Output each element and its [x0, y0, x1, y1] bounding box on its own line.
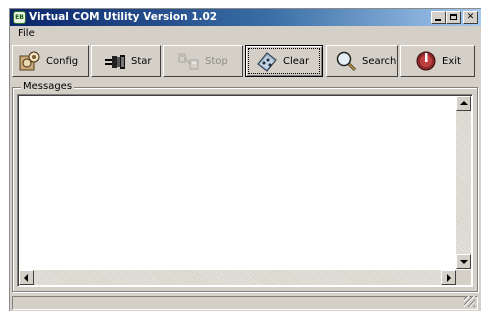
start-label: Star [131, 55, 152, 67]
clear-icon [257, 52, 277, 72]
clear-label: Clear [283, 55, 310, 67]
config-label: Config [46, 55, 79, 67]
scroll-up-button[interactable] [456, 96, 471, 111]
app-icon: EB [13, 11, 26, 24]
main-window: EB Virtual COM Utility Version 1.02 ✕ Fi… [9, 8, 481, 311]
maximize-button[interactable] [446, 11, 461, 24]
config-button[interactable]: Config [12, 45, 89, 77]
start-button[interactable]: Star [91, 45, 161, 77]
minimize-button[interactable] [431, 11, 446, 24]
resize-grip-icon[interactable] [464, 296, 475, 307]
maximize-icon [450, 14, 457, 20]
status-bar [12, 296, 478, 310]
exit-button[interactable]: Exit [400, 45, 475, 77]
messages-group: Messages [12, 81, 478, 292]
arrow-left-icon [24, 274, 28, 282]
minimize-icon [435, 19, 441, 21]
messages-label: Messages [21, 81, 75, 93]
config-icon [19, 51, 40, 71]
close-button[interactable]: ✕ [463, 11, 478, 24]
close-icon: ✕ [466, 12, 475, 22]
arrow-up-icon [460, 101, 468, 105]
horizontal-scrollbar[interactable] [19, 270, 456, 285]
scroll-corner [456, 270, 471, 285]
messages-textarea[interactable] [17, 94, 473, 287]
stop-label: Stop [205, 55, 228, 67]
scroll-down-button[interactable] [456, 254, 471, 269]
stop-button[interactable]: Stop [163, 45, 243, 77]
search-label: Search [362, 55, 397, 67]
clear-button[interactable]: Clear [245, 45, 323, 77]
unplug-icon [178, 53, 199, 70]
arrow-right-icon [447, 274, 451, 282]
exit-label: Exit [442, 55, 461, 67]
window-controls: ✕ [431, 11, 478, 24]
plug-icon [105, 55, 125, 69]
menu-bar: File [10, 26, 481, 42]
exit-icon [416, 51, 436, 71]
toolbar: Config Star Stop Clear Search Exit [12, 45, 477, 78]
scroll-left-button[interactable] [19, 270, 34, 285]
window-title: Virtual COM Utility Version 1.02 [29, 11, 218, 23]
vertical-scrollbar[interactable] [456, 96, 471, 269]
arrow-down-icon [460, 260, 468, 264]
menu-file[interactable]: File [16, 27, 37, 41]
title-bar[interactable]: EB Virtual COM Utility Version 1.02 ✕ [10, 9, 481, 26]
magnifier-icon [336, 51, 357, 72]
scroll-right-button[interactable] [441, 270, 456, 285]
search-button[interactable]: Search [326, 45, 398, 77]
